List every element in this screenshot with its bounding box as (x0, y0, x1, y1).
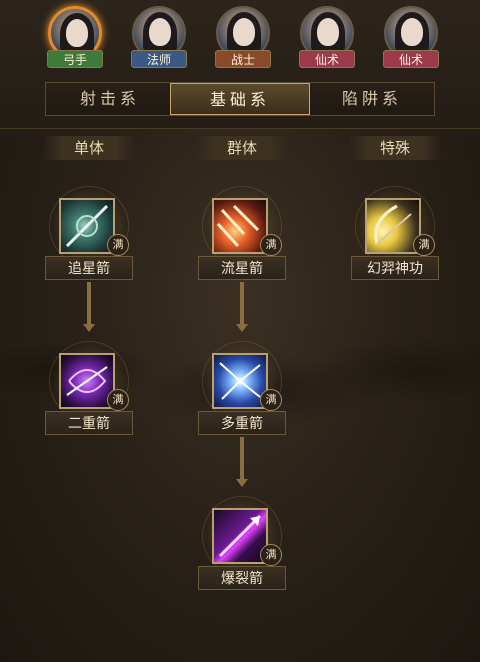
skill-name: 多重箭 (198, 411, 286, 435)
column-header-group: 群体 (196, 136, 288, 160)
max-level-badge: 满 (260, 234, 282, 256)
skill-name: 追星箭 (45, 256, 133, 280)
portrait-face (317, 18, 339, 46)
connector-arrow (83, 324, 95, 332)
portrait-face (66, 19, 88, 47)
character-badge-archer[interactable]: 弓手 (47, 50, 103, 68)
max-level-badge: 满 (260, 544, 282, 566)
skill-node-baolie: 满 爆裂箭 (196, 496, 288, 604)
portrait-face (401, 18, 423, 46)
character-badge-immortal-1[interactable]: 仙术 (299, 50, 355, 68)
tab-trap[interactable]: 陷阱系 (312, 83, 432, 115)
skill-name: 幻羿神功 (351, 256, 439, 280)
column-header-single: 单体 (43, 136, 135, 160)
character-badge-mage[interactable]: 法师 (131, 50, 187, 68)
skill-name: 二重箭 (45, 411, 133, 435)
max-level-badge: 满 (260, 389, 282, 411)
skill-node-liuxing: 满 流星箭 (196, 186, 288, 294)
max-level-badge: 满 (413, 234, 435, 256)
connector-arrow (236, 479, 248, 487)
tab-shooting[interactable]: 射击系 (50, 83, 170, 115)
portrait-face (149, 18, 171, 46)
skill-school-tabs: 射击系 基础系 陷阱系 (45, 82, 435, 116)
top-bar: 弓手 法师 战士 仙术 仙术 射击系 基础系 陷阱系 (0, 0, 480, 129)
tab-basic[interactable]: 基础系 (170, 83, 310, 115)
skill-node-huanyi: 满 幻羿神功 (349, 186, 441, 294)
connector-arrow (236, 324, 248, 332)
skill-node-zhuixing: 满 追星箭 (43, 186, 135, 294)
max-level-badge: 满 (107, 389, 129, 411)
character-badge-warrior[interactable]: 战士 (215, 50, 271, 68)
max-level-badge: 满 (107, 234, 129, 256)
column-header-special: 特殊 (349, 136, 441, 160)
skill-node-erchong: 满 二重箭 (43, 341, 135, 449)
skill-name: 流星箭 (198, 256, 286, 280)
skill-name: 爆裂箭 (198, 566, 286, 590)
skill-node-duochong: 满 多重箭 (196, 341, 288, 449)
character-badge-immortal-2[interactable]: 仙术 (383, 50, 439, 68)
portrait-face (233, 18, 255, 46)
